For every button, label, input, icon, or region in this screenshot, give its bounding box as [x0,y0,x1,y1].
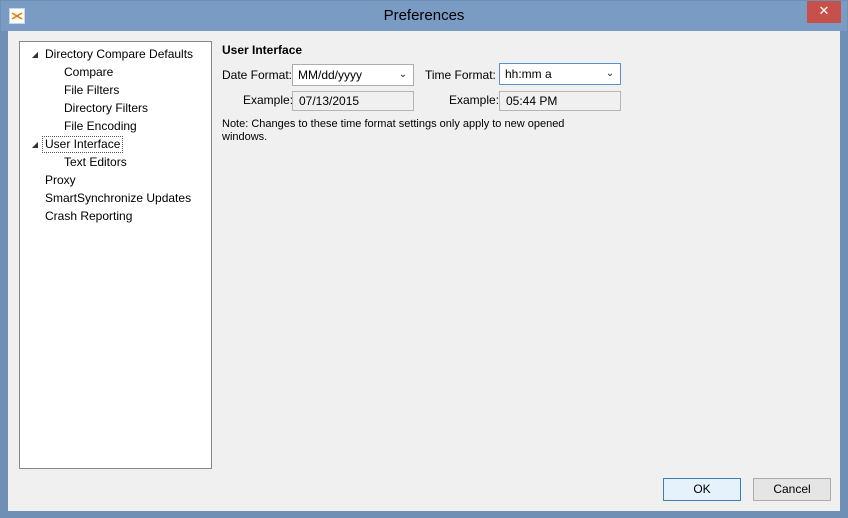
tree-item-file-encoding[interactable]: File Encoding [64,118,137,135]
tree-item-text-editors[interactable]: Text Editors [64,154,127,171]
date-example-field: 07/13/2015 [292,91,414,111]
section-title: User Interface [222,43,303,57]
chevron-down-icon: ⌄ [398,69,408,80]
tree-item-user-interface[interactable]: User Interface [42,136,124,153]
time-format-value: hh:mm a [505,67,552,81]
chevron-down-icon: ⌄ [605,68,615,79]
time-example-label: Example: [449,93,500,107]
title-bar[interactable]: Preferences ✕ [1,1,847,31]
date-format-value: MM/dd/yyyy [298,68,363,82]
date-example-label: Example: [243,93,294,107]
close-button[interactable]: ✕ [807,1,841,23]
tree-item-proxy[interactable]: Proxy [45,172,76,189]
format-note: Note: Changes to these time format setti… [222,118,565,143]
tree-item-compare[interactable]: Compare [64,64,113,81]
tree-item-crash-reporting[interactable]: Crash Reporting [45,208,132,225]
date-example-value: 07/13/2015 [299,94,360,108]
ok-button[interactable]: OK [663,478,741,501]
dialog-body: ◢ Directory Compare Defaults Compare Fil… [8,31,840,511]
time-format-dropdown[interactable]: hh:mm a ⌄ [499,63,621,85]
window-title: Preferences [383,7,465,24]
date-format-dropdown[interactable]: MM/dd/yyyy ⌄ [292,64,414,86]
cancel-button[interactable]: Cancel [753,478,831,501]
expand-arrow-icon[interactable]: ◢ [30,46,40,63]
time-format-label: Time Format: [425,68,496,82]
date-format-label: Date Format: [222,68,293,82]
preferences-tree[interactable]: ◢ Directory Compare Defaults Compare Fil… [19,41,212,469]
time-example-value: 05:44 PM [506,94,558,108]
tree-item-directory-filters[interactable]: Directory Filters [64,100,148,117]
preferences-window: Preferences ✕ ◢ Directory Compare Defaul… [0,0,848,518]
tree-item-file-filters[interactable]: File Filters [64,82,119,99]
expand-arrow-icon[interactable]: ◢ [30,136,40,153]
tree-item-directory-compare-defaults[interactable]: Directory Compare Defaults [45,46,193,63]
tree-item-smartsynchronize-updates[interactable]: SmartSynchronize Updates [45,190,191,207]
time-example-field: 05:44 PM [499,91,621,111]
